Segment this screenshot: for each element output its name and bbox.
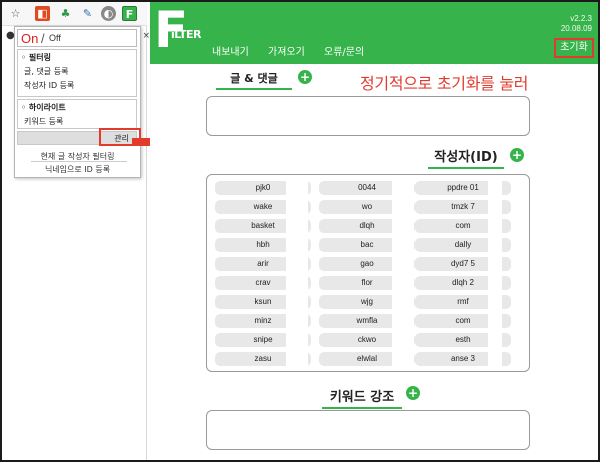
on-label[interactable]: On [21,31,38,46]
instruction-line-1: 정기적으로 초기화를 눌러 [360,74,529,93]
filter-section: ◦ 필터링 글, 댓글 등록 작성자 ID 등록 [17,49,137,97]
star-icon[interactable]: ☆ [8,6,23,21]
menu-item-post-comment[interactable]: 글, 댓글 등록 [18,64,136,78]
browser-pane: ☆ ◧ ♣ ✎ ◐ F ● On / Off × ◦ 필터링 글, 댓글 등록 … [2,2,150,460]
redaction-mask [286,179,308,367]
keywords-panel[interactable] [206,410,530,450]
add-post-button[interactable]: + [298,70,312,84]
nav-export[interactable]: 내보내기 [212,43,249,58]
screenshot-frame: ☆ ◧ ♣ ✎ ◐ F ● On / Off × ◦ 필터링 글, 댓글 등록 … [0,0,600,462]
version-info: v2.2.3 20.08.09 [561,14,592,34]
off-label[interactable]: Off [49,33,61,43]
nickname-id-link[interactable]: 닉네임으로 ID 등록 [15,164,140,175]
version-number: v2.2.3 [570,14,592,23]
add-keyword-button[interactable]: + [406,386,420,400]
close-icon[interactable]: × [142,31,150,41]
reset-button[interactable]: 초기화 [554,38,594,58]
posts-section-title: 글 & 댓글 [216,70,292,90]
posts-panel[interactable] [206,96,530,136]
on-off-separator: / [41,31,45,46]
authors-panel: pjk0 wake basket hbh arir crav ksun minz snipe za… [206,174,530,372]
browser-toolbar: ☆ ◧ ♣ ✎ ◐ F [2,2,147,26]
pen-icon[interactable]: ✎ [80,6,95,21]
menu-item-keyword[interactable]: 키워드 등록 [18,114,136,128]
on-off-toggle[interactable]: On / Off [17,29,137,47]
version-date: 20.08.09 [560,24,592,33]
highlight-heading-label: 하이라이트 [28,103,66,112]
filter-extension-icon[interactable]: F [122,6,137,21]
divider [31,161,127,162]
redaction-mask [488,179,502,367]
filter-logo: F iLTER [154,2,201,60]
extension-popup: On / Off × ◦ 필터링 글, 댓글 등록 작성자 ID 등록 ◦ 하이… [14,26,150,178]
office-icon[interactable]: ◧ [35,6,50,21]
evernote-icon[interactable]: ♣ [58,6,73,21]
app-content: 정기적으로 초기화를 눌러 재 설정후 이용하세요 글 & 댓글 + 작성자(I… [150,64,598,460]
redaction-mask [392,179,414,367]
logo-text: iLTER [171,28,201,41]
keywords-section-title: 키워드 강조 [322,386,402,409]
add-author-button[interactable]: + [510,148,524,162]
app-header: F iLTER 내보내기 가져오기 오류/문의 v2.2.3 20.08.09 … [150,2,598,64]
circle-icon[interactable]: ◐ [101,6,116,21]
nav-contact[interactable]: 오류/문의 [324,43,364,58]
menu-item-author-id[interactable]: 작성자 ID 등록 [18,78,136,92]
highlight-heading: ◦ 하이라이트 [21,103,66,112]
filter-heading-label: 필터링 [28,53,51,62]
highlight-section: ◦ 하이라이트 키워드 등록 [17,99,137,129]
authors-section-title: 작성자(ID) [428,146,504,169]
filter-heading: ◦ 필터링 [21,53,51,62]
nav-import[interactable]: 가져오기 [268,43,305,58]
